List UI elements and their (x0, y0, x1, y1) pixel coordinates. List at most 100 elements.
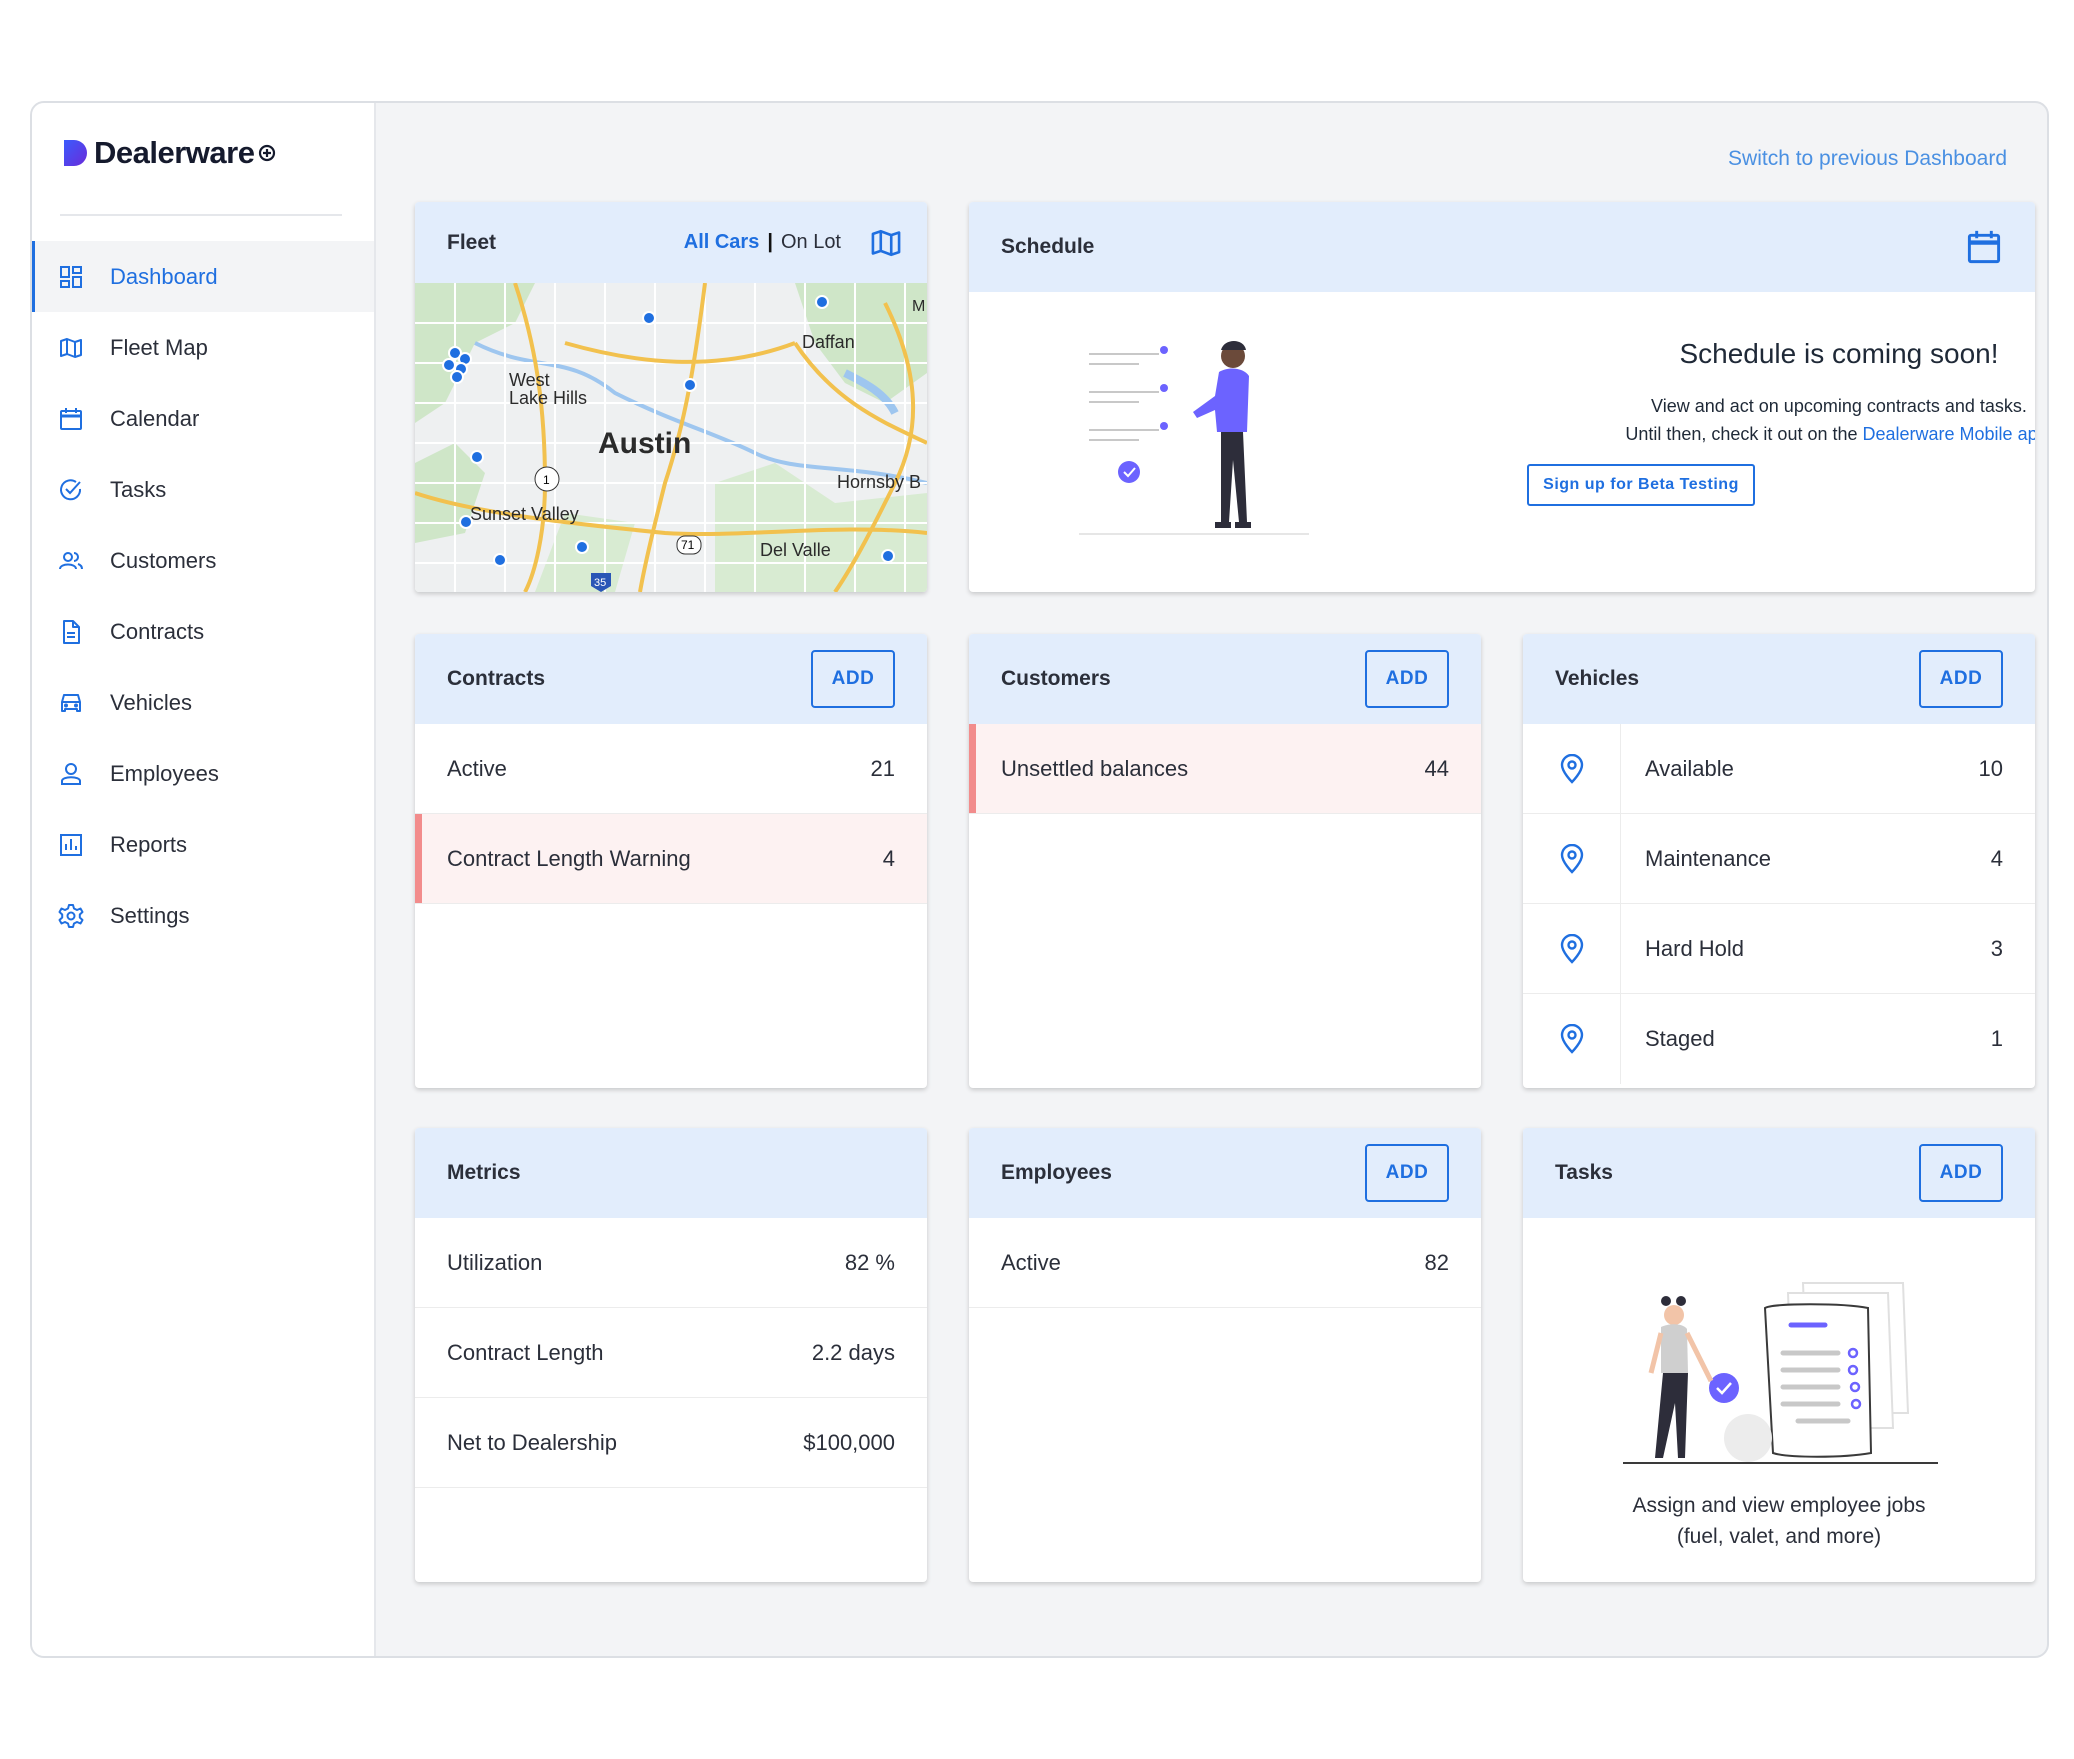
location-pin-icon (1523, 814, 1621, 903)
row-label: Hard Hold (1645, 935, 1745, 961)
tasks-header: Tasks ADD (1523, 1128, 2035, 1218)
vehicles-row-available[interactable]: Available 10 (1523, 724, 2035, 814)
sidebar-item-contracts[interactable]: Contracts (32, 596, 374, 667)
add-task-button[interactable]: ADD (1919, 1144, 2003, 1202)
add-customer-button[interactable]: ADD (1365, 650, 1449, 708)
customers-row-unsettled[interactable]: Unsettled balances 44 (969, 724, 1481, 814)
schedule-description: View and act on upcoming contracts and t… (1509, 392, 2035, 448)
tasks-illustration (1623, 1282, 1938, 1464)
all-cars-toggle[interactable]: All Cars (684, 231, 760, 254)
beta-signup-button[interactable]: Sign up for Beta Testing (1527, 464, 1755, 506)
sidebar-item-label: Employees (110, 760, 219, 786)
schedule-header: Schedule (969, 202, 2035, 292)
metrics-card: Metrics Utilization 82 % Contract Length… (415, 1128, 927, 1582)
sidebar-item-settings[interactable]: Settings (32, 880, 374, 951)
schedule-body: Schedule is coming soon! View and act on… (969, 292, 2035, 590)
customers-title: Customers (1001, 667, 1111, 690)
row-value: 10 (1978, 755, 2003, 781)
row-label: Available (1645, 755, 1734, 781)
app-window: Dealerware Dashboard Fleet Map Calendar … (30, 101, 2049, 1658)
map-label-del-valle: Del Valle (760, 540, 831, 560)
row-value: 82 (1424, 1249, 1449, 1275)
row-label: Unsettled balances (1001, 755, 1189, 781)
vehicles-row-maintenance[interactable]: Maintenance 4 (1523, 814, 2035, 904)
calendar-icon[interactable] (1965, 227, 2003, 267)
contracts-row-active[interactable]: Active 21 (415, 724, 927, 814)
sidebar-item-reports[interactable]: Reports (32, 809, 374, 880)
fleet-header: Fleet All Cars | On Lot (415, 202, 927, 283)
brand-name: Dealerware (94, 135, 255, 170)
fleet-card: Fleet All Cars | On Lot Austin West Lake… (415, 202, 927, 592)
contracts-row-length-warning[interactable]: Contract Length Warning 4 (415, 814, 927, 904)
sidebar-item-label: Settings (110, 902, 190, 928)
switch-dashboard-link[interactable]: Switch to previous Dashboard (1728, 147, 2007, 171)
plus-icon (259, 144, 276, 162)
sidebar-divider (60, 214, 342, 216)
employees-card: Employees ADD Active 82 (969, 1128, 1481, 1582)
row-value: 3 (1990, 935, 2003, 961)
document-icon (63, 619, 80, 644)
contracts-header: Contracts ADD (415, 634, 927, 724)
row-value: 4 (882, 845, 895, 871)
sidebar-item-dashboard[interactable]: Dashboard (32, 241, 374, 312)
map-icon (60, 337, 82, 358)
mobile-app-link[interactable]: Dealerware Mobile app (1863, 424, 2036, 444)
schedule-illustration (1079, 341, 1309, 535)
sidebar-item-label: Calendar (110, 405, 200, 431)
row-value: 2.2 days (811, 1339, 895, 1365)
sidebar-item-tasks[interactable]: Tasks (32, 454, 374, 525)
add-contract-button[interactable]: ADD (811, 650, 895, 708)
sidebar-item-employees[interactable]: Employees (32, 738, 374, 809)
customers-card: Customers ADD Unsettled balances 44 (969, 634, 1481, 1088)
sidebar-item-label: Dashboard (110, 263, 218, 289)
vehicles-row-hard-hold[interactable]: Hard Hold 3 (1523, 904, 2035, 994)
sidebar-item-fleet-map[interactable]: Fleet Map (32, 312, 374, 383)
map-label-m: M (912, 298, 925, 315)
fleet-map[interactable]: Austin West Lake Hills Daffan Hornsby B S… (415, 283, 927, 592)
schedule-heading: Schedule is coming soon! (1679, 338, 1999, 369)
row-value: 44 (1424, 755, 1449, 781)
schedule-line-2: Until then, check it out on the Dealerwa… (1509, 420, 2035, 448)
metrics-row-net-to-dealership: Net to Dealership $100,000 (415, 1398, 927, 1488)
map-label-sunset-valley: Sunset Valley (470, 504, 579, 524)
on-lot-toggle[interactable]: On Lot (781, 231, 841, 254)
row-label: Net to Dealership (447, 1429, 617, 1455)
fleet-title: Fleet (447, 230, 497, 254)
sidebar-item-label: Customers (110, 547, 217, 573)
vehicles-card: Vehicles ADD Available 10 Maintenance 4 … (1523, 634, 2035, 1088)
sidebar-nav: Dashboard Fleet Map Calendar Tasks Custo… (32, 241, 374, 951)
employees-title: Employees (1001, 1161, 1112, 1184)
row-label: Active (447, 755, 507, 781)
dashboard-icon (60, 265, 82, 288)
vehicles-row-staged[interactable]: Staged 1 (1523, 994, 2035, 1084)
row-label: Maintenance (1645, 845, 1771, 871)
row-label: Active (1001, 1249, 1061, 1275)
sidebar-item-vehicles[interactable]: Vehicles (32, 667, 374, 738)
sidebar-item-customers[interactable]: Customers (32, 525, 374, 596)
map-label-austin: Austin (598, 427, 691, 460)
tasks-description: Assign and view employee jobs (fuel, val… (1523, 1490, 2035, 1552)
gear-icon (58, 903, 84, 928)
employees-row-active[interactable]: Active 82 (969, 1218, 1481, 1308)
sidebar-item-label: Vehicles (110, 689, 192, 715)
svg-text:71: 71 (681, 538, 695, 552)
route-shield-1: 1 (534, 466, 560, 492)
logo[interactable]: Dealerware (60, 135, 276, 171)
map-icon[interactable] (869, 226, 903, 260)
sidebar-item-label: Contracts (110, 618, 205, 644)
contracts-card: Contracts ADD Active 21 Contract Length … (415, 634, 927, 1088)
calendar-icon (60, 407, 82, 430)
tasks-line-1: Assign and view employee jobs (1632, 1494, 1926, 1517)
schedule-title: Schedule (1001, 235, 1095, 258)
tasks-line-2: (fuel, valet, and more) (1676, 1525, 1882, 1548)
add-vehicle-button[interactable]: ADD (1919, 650, 2003, 708)
sidebar-item-calendar[interactable]: Calendar (32, 383, 374, 454)
location-pin-icon (1523, 724, 1621, 813)
vehicles-title: Vehicles (1555, 667, 1640, 690)
bar-chart-icon (60, 833, 82, 856)
svg-text:1: 1 (543, 473, 550, 487)
sidebar-item-label: Fleet Map (110, 334, 208, 360)
add-employee-button[interactable]: ADD (1365, 1144, 1449, 1202)
metrics-title: Metrics (447, 1161, 521, 1184)
tasks-card: Tasks ADD Assign and view employee jobs … (1523, 1128, 2035, 1582)
